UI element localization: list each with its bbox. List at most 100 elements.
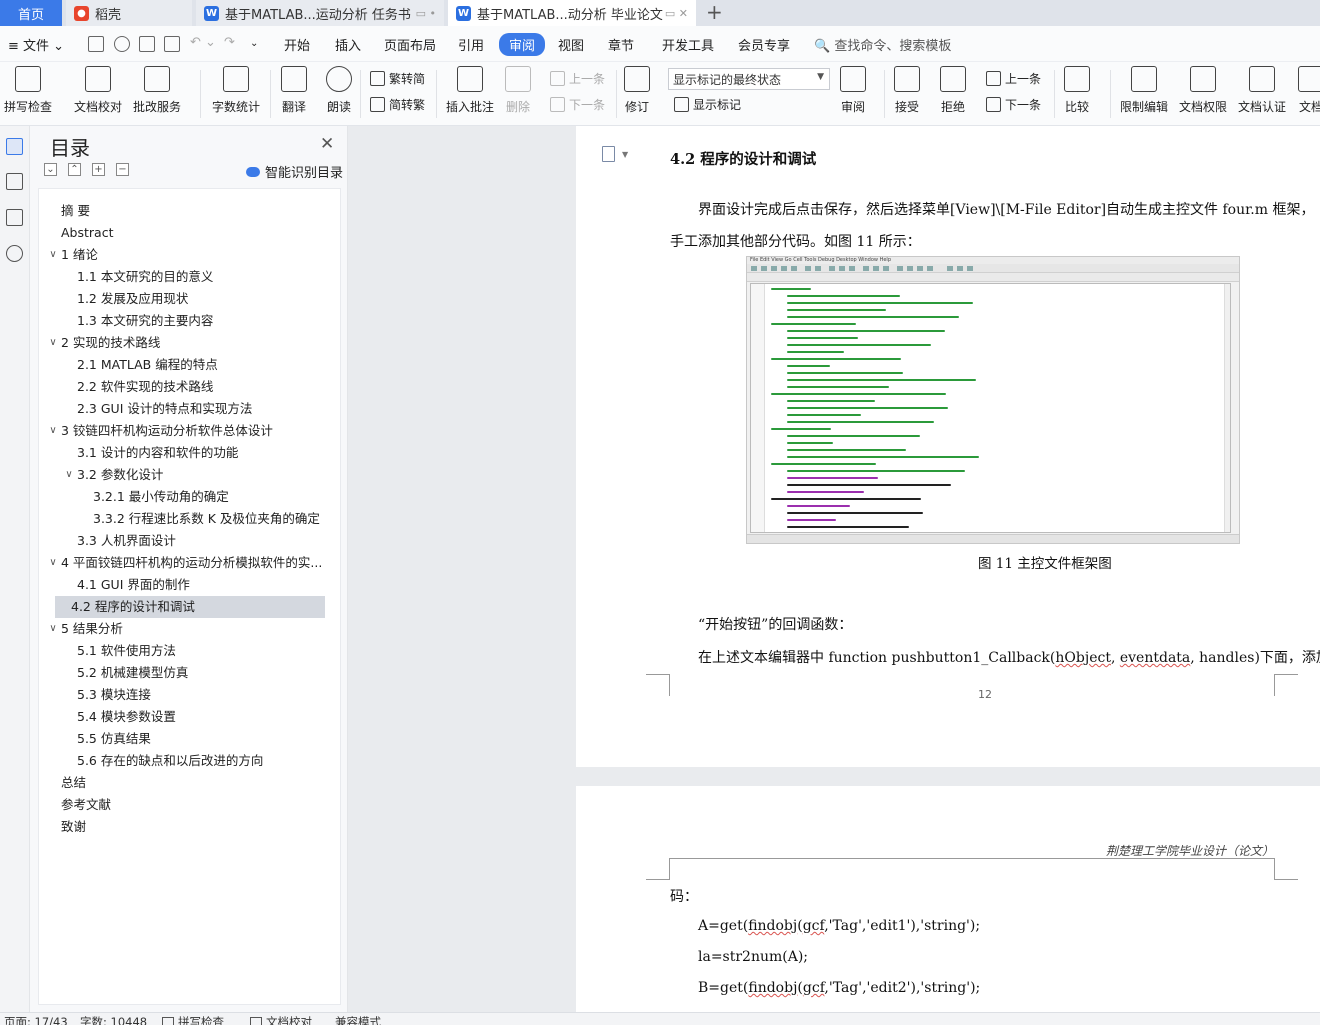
wordcount-button[interactable]: 字数统计 bbox=[212, 66, 260, 115]
toc-item[interactable]: ∨ 3 铰链四杆机构运动分析软件总体设计 bbox=[45, 420, 273, 442]
toc-item[interactable]: 3.3 人机界面设计 bbox=[61, 530, 176, 552]
chevron-down-icon[interactable]: ∨ bbox=[45, 332, 61, 354]
status-proofread[interactable]: 文档校对 bbox=[250, 1014, 312, 1025]
show-markup-button[interactable]: 显示标记 bbox=[674, 96, 741, 113]
bookmark-icon[interactable] bbox=[6, 209, 23, 226]
next-change-button[interactable]: 下一条 bbox=[986, 96, 1041, 113]
toc-item[interactable]: 5.4 模块参数设置 bbox=[61, 706, 176, 728]
track-changes-button[interactable]: 修订 bbox=[624, 66, 650, 115]
toc-item[interactable]: 1.1 本文研究的目的意义 bbox=[61, 266, 213, 288]
trad-to-simp-button[interactable]: 繁转简 bbox=[370, 70, 425, 87]
toc-item[interactable]: 5.1 软件使用方法 bbox=[61, 640, 176, 662]
chevron-down-icon[interactable]: ∨ bbox=[61, 464, 77, 486]
save-icon[interactable] bbox=[88, 36, 104, 52]
toc-item[interactable]: 5.3 模块连接 bbox=[61, 684, 151, 706]
close-icon[interactable]: ✕ bbox=[320, 134, 334, 154]
toc-item[interactable]: ∨ 2 实现的技术路线 bbox=[45, 332, 160, 354]
toc-item[interactable]: 总结 bbox=[45, 772, 86, 794]
search-icon[interactable] bbox=[6, 245, 23, 262]
print-preview-icon[interactable] bbox=[164, 36, 180, 52]
undo-icon[interactable]: ↶ ⌄ bbox=[190, 35, 216, 50]
minus-icon[interactable]: − bbox=[116, 163, 129, 176]
toc-item[interactable]: 4.1 GUI 界面的制作 bbox=[61, 574, 190, 596]
menu-developer[interactable]: 开发工具 bbox=[662, 35, 714, 54]
doc-rights-button[interactable]: 文档权限 bbox=[1179, 66, 1227, 115]
menu-review[interactable]: 审阅 bbox=[499, 33, 546, 56]
smart-toc-button[interactable]: 智能识别目录 bbox=[246, 162, 343, 181]
menu-reference[interactable]: 引用 bbox=[458, 35, 484, 54]
toc-item[interactable]: 参考文献 bbox=[45, 794, 111, 816]
read-aloud-button[interactable]: 朗读 bbox=[326, 66, 352, 115]
accept-button[interactable]: 接受 bbox=[894, 66, 920, 115]
tab-close-icon[interactable]: ▭ ✕ bbox=[665, 7, 688, 20]
paragraph-icon[interactable] bbox=[602, 146, 615, 162]
chevron-down-icon[interactable]: ∨ bbox=[45, 552, 61, 574]
toc-item[interactable]: 3.3.2 行程速比系数 K 及极位夹角的确定 bbox=[77, 508, 320, 530]
proofread-button[interactable]: 文档校对 bbox=[74, 66, 122, 115]
menu-member[interactable]: 会员专享 bbox=[738, 35, 790, 54]
tab-thesis-doc[interactable]: W 基于MATLAB...动分析 毕业论文 ▭ ✕ bbox=[448, 0, 696, 26]
insert-comment-button[interactable]: 插入批注 bbox=[446, 66, 494, 115]
expand-icon[interactable]: + bbox=[92, 163, 105, 176]
chapter-nav-icon[interactable] bbox=[6, 173, 23, 190]
toc-item[interactable]: ∨ 1 绪论 bbox=[45, 244, 98, 266]
restrict-edit-button[interactable]: 限制编辑 bbox=[1120, 66, 1168, 115]
toc-item[interactable]: Abstract bbox=[45, 222, 113, 244]
review-pane-button[interactable]: 审阅 bbox=[840, 66, 866, 115]
chevron-down-icon[interactable]: ∨ bbox=[45, 420, 61, 442]
toc-item[interactable]: ∨ 5 结果分析 bbox=[45, 618, 123, 640]
compare-button[interactable]: 比较 bbox=[1064, 66, 1090, 115]
print-icon[interactable] bbox=[139, 36, 155, 52]
markup-state-select[interactable]: 显示标记的最终状态 ▼ bbox=[668, 68, 830, 90]
doc-auth-button[interactable]: 文档认证 bbox=[1238, 66, 1286, 115]
chevron-down-icon[interactable]: ▼ bbox=[622, 150, 628, 159]
tab-task-doc[interactable]: W 基于MATLAB...运动分析 任务书 ▭ • bbox=[196, 0, 444, 26]
menu-layout[interactable]: 页面布局 bbox=[384, 35, 436, 54]
toc-item[interactable]: 3.1 设计的内容和软件的功能 bbox=[61, 442, 238, 464]
chevron-down-icon[interactable]: ∨ bbox=[45, 618, 61, 640]
prev-change-button[interactable]: 上一条 bbox=[986, 70, 1041, 87]
prev-comment-button[interactable]: 上一条 bbox=[550, 70, 605, 87]
file-menu[interactable]: ≡ 文件 ⌄ bbox=[8, 35, 64, 54]
menu-insert[interactable]: 插入 bbox=[335, 35, 361, 54]
toc-item[interactable]: 3.2.1 最小传动角的确定 bbox=[77, 486, 229, 508]
word-count[interactable]: 字数: 10448 bbox=[80, 1014, 147, 1025]
toc-icon[interactable] bbox=[6, 138, 23, 155]
command-search[interactable]: 🔍 查找命令、搜索模板 bbox=[814, 35, 951, 54]
toc-item[interactable]: ∨ 3.2 参数化设计 bbox=[61, 464, 163, 486]
toc-item[interactable]: 2.1 MATLAB 编程的特点 bbox=[61, 354, 218, 376]
menu-view[interactable]: 视图 bbox=[558, 35, 584, 54]
toc-item[interactable]: 2.2 软件实现的技术路线 bbox=[61, 376, 213, 398]
menu-chapter[interactable]: 章节 bbox=[608, 35, 634, 54]
more-dropdown-icon[interactable]: ⌄ bbox=[250, 38, 258, 49]
tab-daoke[interactable]: ● 稻壳 bbox=[66, 0, 192, 26]
doc-more-button[interactable]: 文档 bbox=[1298, 66, 1320, 115]
toc-item[interactable]: 2.3 GUI 设计的特点和实现方法 bbox=[61, 398, 252, 420]
delete-comment-button[interactable]: 删除 bbox=[505, 66, 531, 115]
cloud-icon[interactable] bbox=[114, 36, 130, 52]
collapse-level-icon[interactable]: ⌃ bbox=[68, 163, 81, 176]
collapse-all-icon[interactable]: ⌄ bbox=[44, 163, 57, 176]
spellcheck-button[interactable]: 拼写检查 bbox=[4, 66, 52, 115]
toc-item[interactable]: 4.2 程序的设计和调试 bbox=[55, 596, 325, 618]
annotate-service-button[interactable]: 批改服务 bbox=[133, 66, 181, 115]
reject-button[interactable]: 拒绝 bbox=[940, 66, 966, 115]
page-count[interactable]: 页面: 17/43 bbox=[4, 1014, 68, 1025]
status-spellcheck[interactable]: 拼写检查 bbox=[162, 1014, 224, 1025]
chevron-down-icon[interactable]: ∨ bbox=[45, 244, 61, 266]
toc-item[interactable]: 1.3 本文研究的主要内容 bbox=[61, 310, 213, 332]
toc-item[interactable]: 摘 要 bbox=[45, 200, 90, 222]
toc-item[interactable]: 1.2 发展及应用现状 bbox=[61, 288, 188, 310]
new-tab-button[interactable]: + bbox=[706, 0, 723, 26]
toc-item[interactable]: 5.6 存在的缺点和以后改进的方向 bbox=[61, 750, 263, 772]
toc-item[interactable]: 5.5 仿真结果 bbox=[61, 728, 151, 750]
toc-item[interactable]: ∨ 4 平面铰链四杆机构的运动分析模拟软件的实... bbox=[45, 552, 322, 574]
next-comment-button[interactable]: 下一条 bbox=[550, 96, 605, 113]
simp-to-trad-button[interactable]: 简转繁 bbox=[370, 96, 425, 113]
toc-item[interactable]: 致谢 bbox=[45, 816, 86, 838]
menu-start[interactable]: 开始 bbox=[284, 35, 310, 54]
translate-button[interactable]: 翻译 bbox=[281, 66, 307, 115]
redo-icon[interactable]: ↷ bbox=[224, 35, 235, 50]
toc-item[interactable]: 5.2 机械建模型仿真 bbox=[61, 662, 188, 684]
tab-home[interactable]: 首页 bbox=[0, 0, 62, 26]
